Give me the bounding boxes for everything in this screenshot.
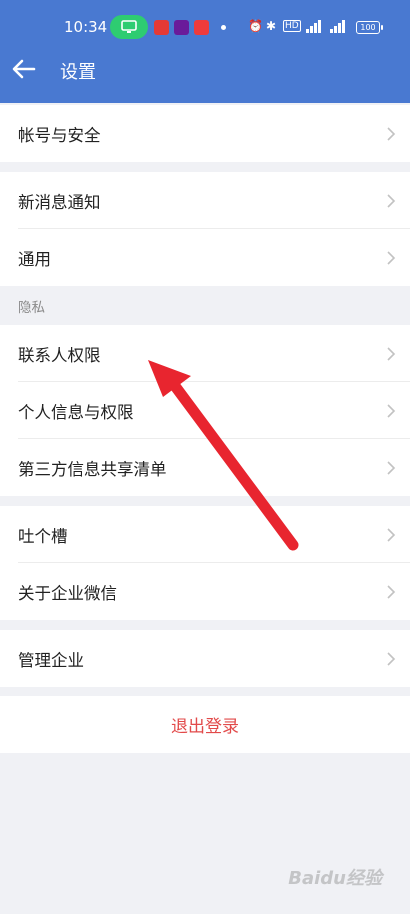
status-bar: 10:34 ⏰ ✱ HD 100 xyxy=(0,14,410,42)
settings-item-contact-permissions[interactable]: 联系人权限 xyxy=(0,325,410,382)
section-title-privacy: 隐私 xyxy=(18,300,45,316)
settings-item-personal-info[interactable]: 个人信息与权限 xyxy=(0,382,410,439)
settings-item-account-security[interactable]: 帐号与安全 xyxy=(0,105,410,162)
alarm-icon: ⏰ xyxy=(248,19,263,33)
settings-group-account: 帐号与安全 xyxy=(0,105,410,162)
settings-item-label: 吐个槽 xyxy=(18,526,68,546)
settings-group-manage: 管理企业 xyxy=(0,630,410,687)
settings-group-general: 新消息通知 通用 xyxy=(0,172,410,286)
signal-icon-2 xyxy=(330,20,345,33)
settings-item-label: 新消息通知 xyxy=(18,192,101,212)
chevron-right-icon xyxy=(387,251,396,265)
settings-item-manage-enterprise[interactable]: 管理企业 xyxy=(0,630,410,687)
app-header: 10:34 ⏰ ✱ HD 100 设置 xyxy=(0,0,410,103)
settings-item-label: 第三方信息共享清单 xyxy=(18,459,167,479)
notification-dot-icon xyxy=(221,25,226,30)
settings-item-label: 联系人权限 xyxy=(18,345,101,365)
settings-item-label: 帐号与安全 xyxy=(18,125,101,145)
chevron-right-icon xyxy=(387,528,396,542)
logout-button[interactable]: 退出登录 xyxy=(0,696,410,753)
back-arrow-icon[interactable] xyxy=(10,57,38,81)
signal-icon xyxy=(306,20,321,33)
settings-item-label: 个人信息与权限 xyxy=(18,402,134,422)
settings-group-feedback: 吐个槽 关于企业微信 xyxy=(0,506,410,620)
chevron-right-icon xyxy=(387,652,396,666)
hd-icon: HD xyxy=(283,20,301,32)
chevron-right-icon xyxy=(387,127,396,141)
app-notification-icon xyxy=(154,20,169,35)
news-app-icon xyxy=(194,20,209,35)
settings-item-third-party-sharing[interactable]: 第三方信息共享清单 xyxy=(0,439,410,496)
chevron-right-icon xyxy=(387,461,396,475)
settings-item-label: 管理企业 xyxy=(18,650,84,670)
bluetooth-icon: ✱ xyxy=(266,19,277,33)
watermark: Baidu经验 xyxy=(288,868,382,889)
settings-item-general[interactable]: 通用 xyxy=(0,229,410,286)
chevron-right-icon xyxy=(387,194,396,208)
settings-item-label: 通用 xyxy=(18,249,51,269)
chevron-right-icon xyxy=(387,585,396,599)
chevron-right-icon xyxy=(387,347,396,361)
settings-group-privacy: 联系人权限 个人信息与权限 第三方信息共享清单 xyxy=(0,325,410,496)
settings-item-label: 关于企业微信 xyxy=(18,583,117,603)
battery-icon: 100 xyxy=(356,21,383,34)
logout-label: 退出登录 xyxy=(171,717,239,737)
settings-item-about[interactable]: 关于企业微信 xyxy=(0,563,410,620)
page-title: 设置 xyxy=(60,62,96,83)
chevron-right-icon xyxy=(387,404,396,418)
screen-cast-icon xyxy=(110,15,148,39)
status-time: 10:34 xyxy=(64,18,108,36)
settings-item-feedback[interactable]: 吐个槽 xyxy=(0,506,410,563)
video-app-icon xyxy=(174,20,189,35)
settings-item-notifications[interactable]: 新消息通知 xyxy=(0,172,410,229)
